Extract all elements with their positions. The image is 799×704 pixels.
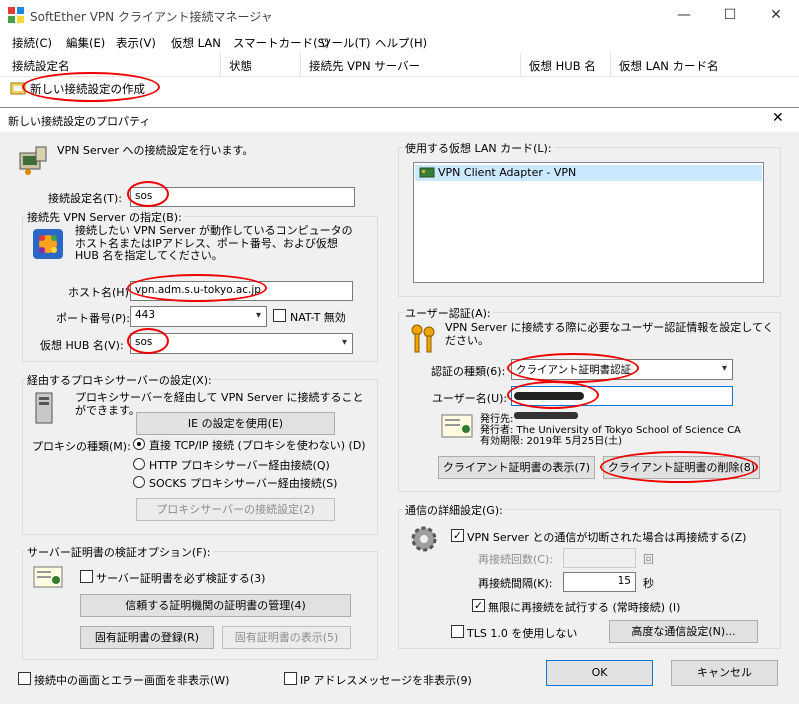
port-value: 443	[135, 309, 156, 321]
expires-text: 有効期限: 2019年 5月25日(土)	[480, 436, 623, 447]
proxy-settings-button[interactable]: プロキシサーバーの接続設定(2)	[136, 498, 335, 521]
column-divider	[220, 53, 221, 77]
ie-settings-button[interactable]: IE の設定を使用(E)	[136, 412, 335, 435]
client-certificate-icon	[441, 414, 473, 438]
verify-cert-label: サーバー証明書を必ず検証する(3)	[96, 572, 266, 585]
tls-label: TLS 1.0 を使用しない	[467, 627, 578, 640]
username-label: ユーザー名(U):	[432, 392, 508, 405]
manage-ca-button[interactable]: 信頼する証明機関の証明書の管理(4)	[80, 594, 351, 617]
highlight-circle	[507, 381, 599, 409]
reconnect-label: VPN Server との通信が切断された場合は再接続する(Z)	[467, 531, 747, 544]
vlan-group-label: 使用する仮想 LAN カード(L):	[403, 140, 554, 156]
close-button[interactable]: ✕	[753, 0, 799, 31]
port-label: ポート番号(P):	[56, 312, 130, 325]
server-group-label: 接続先 VPN Server の指定(B):	[25, 209, 184, 225]
auth-group-label: ユーザー認証(A):	[403, 305, 493, 321]
menu-help[interactable]: ヘルプ(H)	[375, 35, 427, 51]
port-select[interactable]: 443 ▾	[130, 306, 267, 327]
vlan-item-label: VPN Client Adapter - VPN	[438, 166, 577, 179]
cancel-button[interactable]: キャンセル	[671, 660, 778, 686]
chevron-down-icon: ▾	[255, 310, 261, 321]
highlight-circle	[127, 274, 267, 302]
retry-count-input[interactable]	[563, 548, 636, 568]
proxy-option-direct: 直接 TCP/IP 接続 (プロキシを使わない) (D)	[149, 439, 366, 452]
show-cert-button[interactable]: 固有証明書の表示(5)	[222, 626, 351, 649]
show-client-cert-button[interactable]: クライアント証明書の表示(7)	[438, 456, 595, 479]
gear-icon	[411, 526, 437, 552]
verify-cert-checkbox[interactable]	[80, 570, 93, 583]
infinite-retry-checkbox[interactable]: ✓	[472, 599, 485, 612]
server-tower-icon	[35, 392, 53, 424]
hide-status-checkbox[interactable]	[18, 672, 31, 685]
retry-count-label: 再接続回数(C):	[478, 553, 553, 566]
server-description: 接続したい VPN Server が動作しているコンピュータのホスト名またはIP…	[75, 224, 353, 262]
keys-icon	[411, 324, 435, 353]
proxy-radio-socks[interactable]	[133, 476, 145, 488]
redacted-mark	[514, 412, 578, 419]
menu-view[interactable]: 表示(V)	[116, 35, 156, 51]
softether-app-icon	[8, 7, 24, 23]
column-divider	[610, 53, 611, 77]
register-cert-button[interactable]: 固有証明書の登録(R)	[80, 626, 214, 649]
setting-name-label: 接続設定名(T):	[48, 192, 123, 205]
highlight-circle	[127, 181, 169, 207]
dialog-close-button[interactable]: ✕	[772, 110, 784, 126]
maximize-button[interactable]: ☐	[707, 0, 753, 31]
dialog-intro-text: VPN Server への接続設定を行います。	[57, 144, 254, 157]
proxy-type-label: プロキシの種類(M):	[32, 440, 131, 453]
network-adapter-icon	[419, 167, 435, 178]
ok-button[interactable]: OK	[546, 660, 653, 686]
vpn-computer-icon	[19, 146, 47, 175]
cert-verify-group-label: サーバー証明書の検証オプション(F):	[25, 544, 213, 560]
menu-virtual-lan[interactable]: 仮想 LAN	[171, 35, 221, 51]
auth-description: VPN Server に接続する際に必要なユーザー認証情報を設定してください。	[445, 321, 774, 347]
reconnect-checkbox[interactable]: ✓	[451, 529, 464, 542]
interval-input[interactable]: 15	[563, 572, 636, 592]
interval-unit: 秒	[643, 577, 654, 590]
dialog-title: 新しい接続設定のプロパティ	[8, 115, 151, 128]
proxy-radio-http[interactable]	[133, 458, 145, 470]
auth-type-label: 認証の種類(6):	[431, 365, 506, 378]
window-title: SoftEther VPN クライアント接続マネージャ	[30, 10, 273, 24]
menu-edit[interactable]: 編集(E)	[66, 35, 105, 51]
menu-smartcard[interactable]: スマートカード(S)	[233, 35, 329, 51]
chevron-down-icon: ▾	[721, 363, 727, 374]
column-divider	[300, 53, 301, 77]
proxy-group-label: 経由するプロキシサーバーの設定(X):	[25, 372, 214, 388]
column-hub[interactable]: 仮想 HUB 名	[529, 58, 596, 74]
tls-checkbox[interactable]	[451, 625, 464, 638]
proxy-option-socks: SOCKS プロキシサーバー経由接続(S)	[149, 477, 338, 490]
certificate-icon	[33, 566, 63, 588]
highlight-circle	[22, 72, 160, 102]
hub-label: 仮想 HUB 名(V):	[40, 339, 124, 352]
column-vlan[interactable]: 仮想 LAN カード名	[619, 58, 718, 74]
natt-label: NAT-T 無効	[290, 311, 346, 324]
hide-ip-checkbox[interactable]	[284, 672, 297, 685]
proxy-radio-direct[interactable]	[133, 438, 145, 450]
column-server[interactable]: 接続先 VPN サーバー	[309, 58, 420, 74]
highlight-circle	[600, 451, 758, 483]
menu-connect[interactable]: 接続(C)	[12, 35, 52, 51]
interval-label: 再接続間隔(K):	[478, 577, 553, 590]
highlight-circle	[507, 353, 639, 383]
column-divider	[520, 53, 521, 77]
proxy-option-http: HTTP プロキシサーバー経由接続(Q)	[149, 459, 330, 472]
hide-status-label: 接続中の画面とエラー画面を非表示(W)	[34, 674, 230, 687]
highlight-circle	[127, 328, 169, 354]
column-status[interactable]: 状態	[229, 58, 252, 74]
hide-ip-label: IP アドレスメッセージを非表示(9)	[300, 674, 472, 687]
host-label: ホスト名(H):	[68, 286, 133, 299]
column-setting-name[interactable]: 接続設定名	[12, 58, 70, 74]
chevron-down-icon: ▾	[341, 337, 347, 348]
infinite-retry-label: 無限に再接続を試行する (常時接続) (I)	[488, 601, 681, 614]
minimize-button[interactable]: —	[661, 0, 707, 31]
advanced-settings-button[interactable]: 高度な通信設定(N)...	[609, 620, 758, 643]
network-globe-icon	[33, 229, 63, 259]
retry-count-unit: 回	[643, 553, 654, 566]
natt-checkbox[interactable]	[273, 309, 286, 322]
advanced-group-label: 通信の詳細設定(G):	[403, 502, 505, 518]
menu-tools[interactable]: ツール(T)	[320, 35, 371, 51]
